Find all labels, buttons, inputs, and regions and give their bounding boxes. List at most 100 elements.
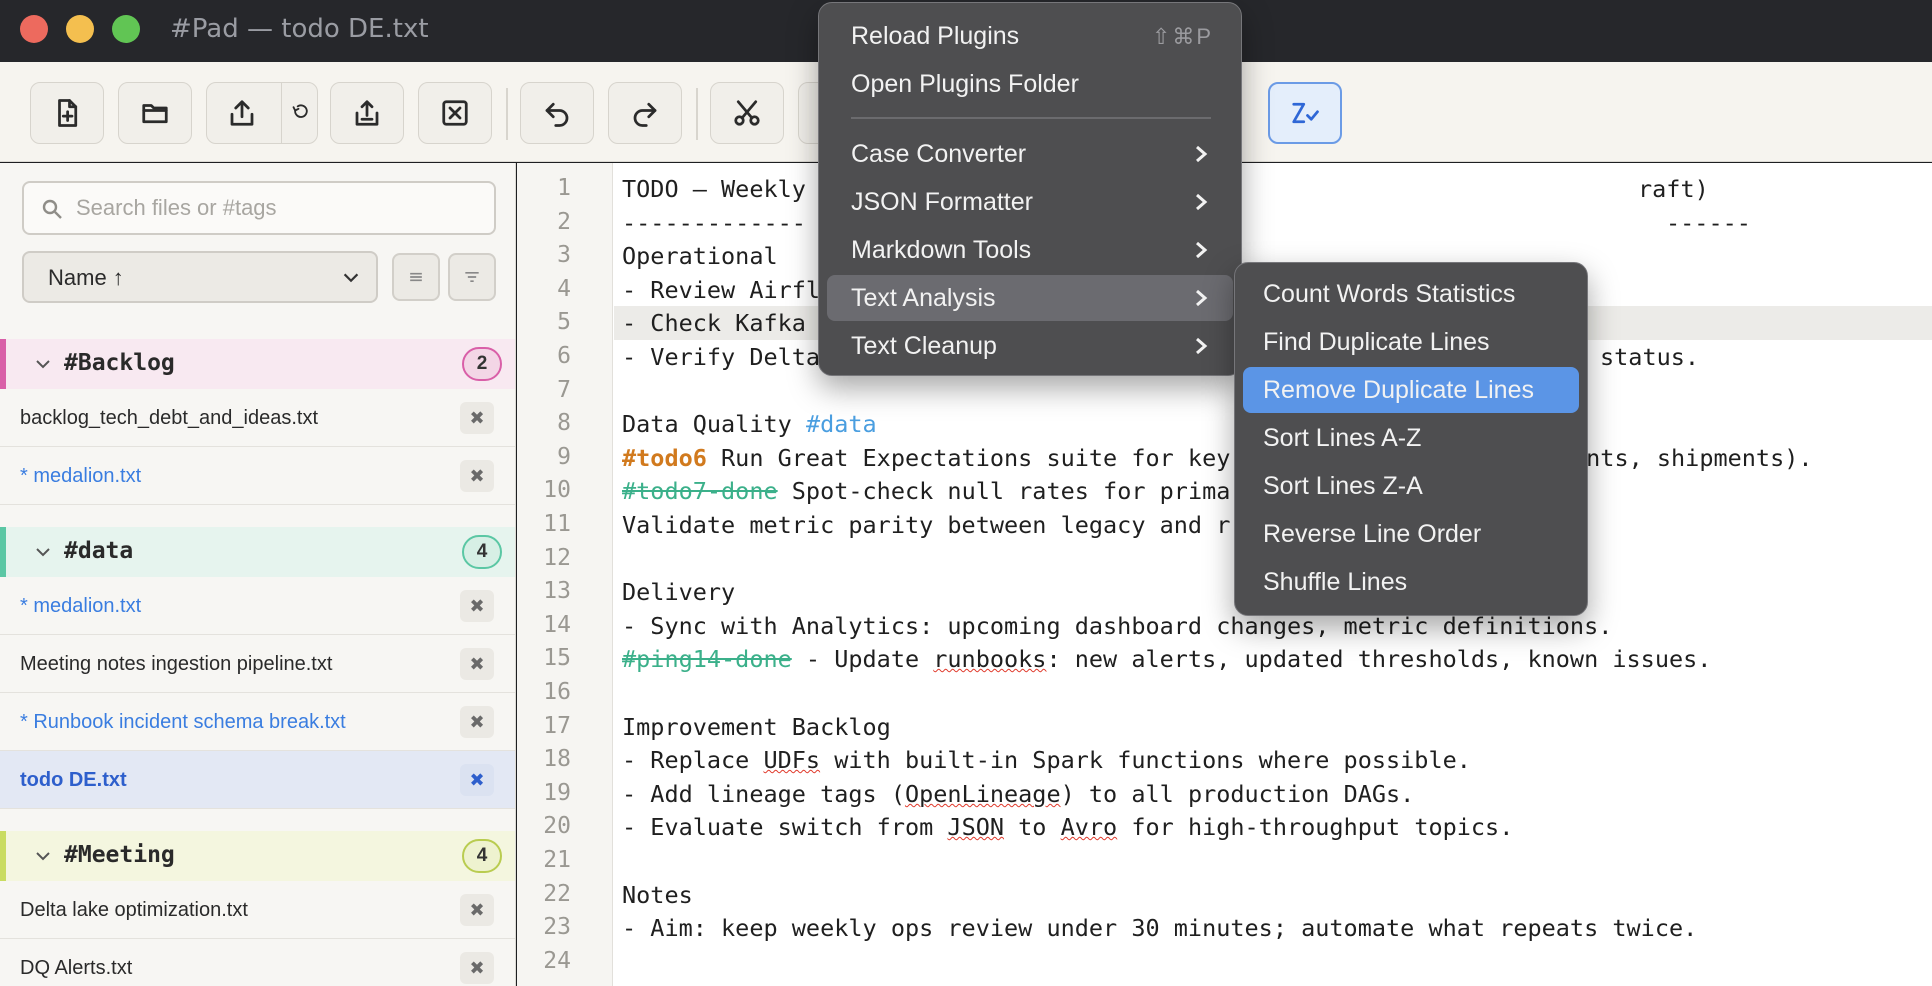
code-line: ents, shipments).	[1572, 444, 1813, 472]
group-header-backlog[interactable]: #Backlog 2	[0, 339, 515, 389]
misspelled-word[interactable]: OpenLineage	[905, 780, 1061, 808]
menu-item-count-words[interactable]: Count Words Statistics	[1243, 271, 1579, 317]
file-row[interactable]: DQ Alerts.txt ✖	[0, 939, 515, 986]
code-line: - Replace UDFs with built-in Spark funct…	[622, 746, 1471, 774]
cut-button[interactable]	[710, 82, 784, 144]
menu-item-shuffle-lines[interactable]: Shuffle Lines	[1243, 559, 1579, 605]
remove-file-button[interactable]: ✖	[460, 590, 494, 622]
code-text: TODO — Weekly	[622, 175, 806, 203]
todo-tag[interactable]: #todo6	[622, 444, 707, 472]
menu-item-find-duplicate-lines[interactable]: Find Duplicate Lines	[1243, 319, 1579, 365]
menu-separator	[851, 117, 1211, 119]
filter-button[interactable]	[448, 253, 496, 301]
sidebar: Name ↑ #Backlog 2 backlog_tech_debt_and_…	[0, 163, 516, 986]
menu-item-sort-lines-z-a[interactable]: Sort Lines Z-A	[1243, 463, 1579, 509]
remove-file-button[interactable]: ✖	[460, 648, 494, 680]
file-row[interactable]: Meeting notes ingestion pipeline.txt ✖	[0, 635, 515, 693]
chevron-down-icon	[36, 360, 50, 369]
redo-button[interactable]	[608, 82, 682, 144]
file-name: * medalion.txt	[20, 465, 142, 487]
code-line: - Verify Delta	[622, 343, 820, 371]
export-split-button[interactable]	[206, 82, 318, 144]
line-number: 16	[543, 679, 571, 705]
file-row[interactable]: backlog_tech_debt_and_ideas.txt ✖	[0, 389, 515, 447]
menu-item-remove-duplicate-lines[interactable]: Remove Duplicate Lines	[1243, 367, 1579, 413]
menu-item-label: Reload Plugins	[851, 22, 1020, 50]
menu-item-case-converter[interactable]: Case Converter	[827, 131, 1233, 177]
list-view-button[interactable]	[392, 253, 440, 301]
code-text: Delivery	[622, 578, 736, 606]
menu-item-label: Remove Duplicate Lines	[1263, 376, 1534, 404]
remove-file-button[interactable]: ✖	[460, 402, 494, 434]
misspelled-word[interactable]: runbooks	[933, 645, 1046, 673]
menu-item-label: Count Words Statistics	[1263, 280, 1516, 308]
done-tag[interactable]: #ping14-done	[622, 645, 792, 673]
zoom-window-button[interactable]	[112, 15, 140, 43]
menu-item-reload-plugins[interactable]: Reload Plugins ⇧⌘P	[827, 13, 1233, 59]
share-button[interactable]	[330, 82, 404, 144]
file-name: Delta lake optimization.txt	[20, 899, 248, 921]
remove-file-button[interactable]: ✖	[460, 764, 494, 796]
close-file-button[interactable]	[418, 82, 492, 144]
code-line: raft)	[1638, 175, 1709, 203]
line-number: 3	[557, 242, 571, 268]
chevron-down-icon	[36, 852, 50, 861]
code-line: #ping14-done - Update runbooks: new aler…	[622, 645, 1711, 673]
group-count-badge: 4	[462, 535, 502, 569]
search-box[interactable]	[22, 181, 496, 235]
code-text: Spot-check null rates for prima	[777, 477, 1231, 505]
close-window-button[interactable]	[20, 15, 48, 43]
menu-item-label: Open Plugins Folder	[851, 70, 1079, 98]
text-analysis-submenu: Count Words Statistics Find Duplicate Li…	[1234, 262, 1588, 616]
remove-file-button[interactable]: ✖	[460, 952, 494, 984]
undo-button[interactable]	[520, 82, 594, 144]
spell-check-button[interactable]	[1268, 82, 1342, 144]
code-line: Validate metric parity between legacy an…	[622, 511, 1230, 539]
chevron-right-icon	[1196, 193, 1208, 211]
new-file-button[interactable]	[30, 82, 104, 144]
group-header-data[interactable]: #data 4	[0, 527, 515, 577]
folder-icon	[142, 104, 168, 124]
menu-item-reverse-line-order[interactable]: Reverse Line Order	[1243, 511, 1579, 557]
file-row[interactable]: * medalion.txt ✖	[0, 447, 515, 505]
search-input[interactable]	[76, 191, 476, 225]
code-text: Data Quality	[622, 410, 806, 438]
menu-item-json-formatter[interactable]: JSON Formatter	[827, 179, 1233, 225]
code-text: status.	[1600, 343, 1700, 371]
file-row[interactable]: * Runbook incident schema break.txt ✖	[0, 693, 515, 751]
code-line: -------------	[622, 209, 806, 237]
line-number: 2	[557, 209, 571, 235]
code-line: - Aim: keep weekly ops review under 30 m…	[622, 914, 1697, 942]
code-line: Data Quality #data	[622, 410, 877, 438]
menu-item-text-cleanup[interactable]: Text Cleanup	[827, 323, 1233, 369]
misspelled-word[interactable]: JSON	[947, 813, 1004, 841]
code-text: ------	[1666, 209, 1751, 237]
file-row[interactable]: * medalion.txt ✖	[0, 577, 515, 635]
remove-file-button[interactable]: ✖	[460, 894, 494, 926]
open-folder-button[interactable]	[118, 82, 192, 144]
misspelled-word[interactable]: Avro	[1061, 813, 1118, 841]
remove-file-button[interactable]: ✖	[460, 460, 494, 492]
menu-item-sort-lines-a-z[interactable]: Sort Lines A-Z	[1243, 415, 1579, 461]
group-header-meeting[interactable]: #Meeting 4	[0, 831, 515, 881]
menu-item-open-plugins-folder[interactable]: Open Plugins Folder	[827, 61, 1233, 107]
file-row-selected[interactable]: todo DE.txt ✖	[0, 751, 515, 809]
menu-item-markdown-tools[interactable]: Markdown Tools	[827, 227, 1233, 273]
minimize-window-button[interactable]	[66, 15, 94, 43]
file-row[interactable]: Delta lake optimization.txt ✖	[0, 881, 515, 939]
done-tag[interactable]: #todo7-done	[622, 477, 778, 505]
line-number: 17	[543, 713, 571, 739]
line-number: 6	[557, 343, 571, 369]
remove-file-button[interactable]: ✖	[460, 706, 494, 738]
version-history-icon[interactable]	[291, 103, 311, 123]
close-box-icon	[442, 100, 468, 126]
sort-select[interactable]: Name ↑	[22, 251, 378, 303]
code-line: status.	[1600, 343, 1699, 371]
menu-item-text-analysis[interactable]: Text Analysis	[827, 275, 1233, 321]
hashtag[interactable]: #data	[806, 410, 877, 438]
code-line: - Sync with Analytics: upcoming dashboar…	[622, 612, 1612, 640]
misspelled-word[interactable]: UDFs	[763, 746, 820, 774]
code-line: - Check Kafka	[622, 309, 806, 337]
group-count-badge: 2	[462, 347, 502, 381]
filter-icon	[465, 272, 479, 282]
